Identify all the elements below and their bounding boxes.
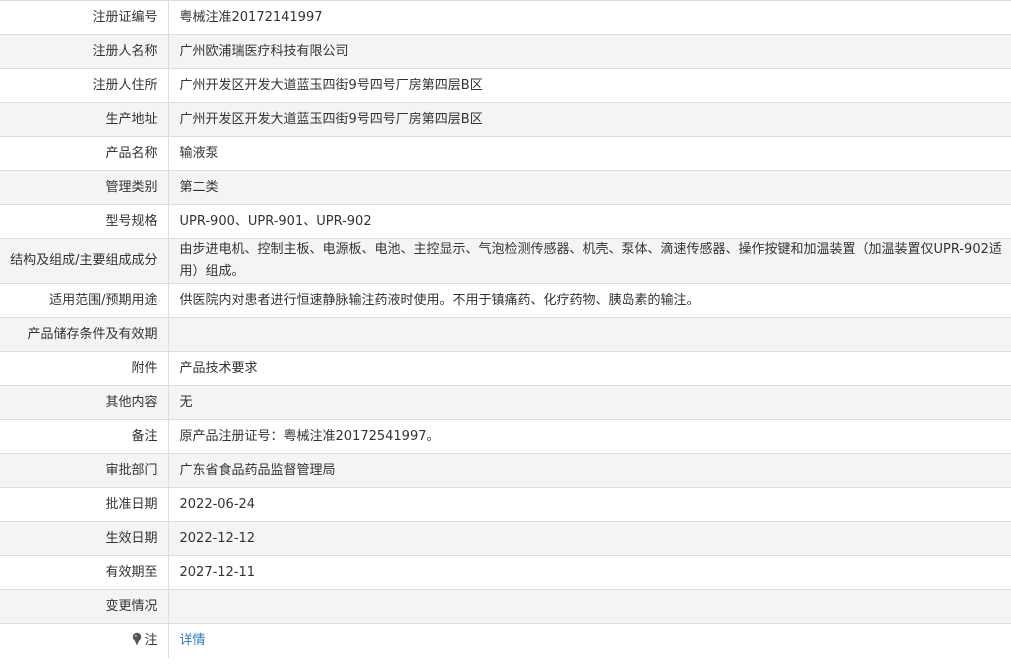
row-remarks: 备注 原产品注册证号：粤械注准20172541997。 — [0, 419, 1011, 454]
row-label: 审批部门 — [0, 453, 169, 488]
row-structure-composition: 结构及组成/主要组成成分 由步进电机、控制主板、电源板、电池、主控显示、气泡检测… — [0, 238, 1011, 284]
note-label-cell: 注 — [0, 623, 169, 658]
note-label: 注 — [144, 632, 158, 648]
row-registrant-name: 注册人名称 广州欧浦瑞医疗科技有限公司 — [0, 34, 1011, 69]
row-value — [168, 317, 1011, 352]
row-value: 粤械注准20172141997 — [168, 0, 1011, 35]
row-label: 产品名称 — [0, 136, 169, 171]
row-label: 生效日期 — [0, 521, 169, 556]
row-registration-number: 注册证编号 粤械注准20172141997 — [0, 0, 1011, 35]
row-label: 注册证编号 — [0, 0, 169, 35]
row-label: 注册人名称 — [0, 34, 169, 69]
row-value: 2022-12-12 — [168, 521, 1011, 556]
row-label: 有效期至 — [0, 555, 169, 590]
row-label: 生产地址 — [0, 102, 169, 137]
row-value — [168, 589, 1011, 624]
row-label: 结构及组成/主要组成成分 — [0, 238, 169, 284]
row-approval-department: 审批部门 广东省食品药品监督管理局 — [0, 453, 1011, 488]
row-valid-until: 有效期至 2027-12-11 — [0, 555, 1011, 590]
row-label: 产品储存条件及有效期 — [0, 317, 169, 352]
row-management-class: 管理类别 第二类 — [0, 170, 1011, 205]
row-other-content: 其他内容 无 — [0, 385, 1011, 420]
row-value: 输液泵 — [168, 136, 1011, 171]
row-effective-date: 生效日期 2022-12-12 — [0, 521, 1011, 556]
row-value: 广州开发区开发大道蓝玉四街9号四号厂房第四层B区 — [168, 102, 1011, 137]
row-registrant-address: 注册人住所 广州开发区开发大道蓝玉四街9号四号厂房第四层B区 — [0, 68, 1011, 103]
row-label: 批准日期 — [0, 487, 169, 522]
note-value-cell: 详情 — [168, 624, 1011, 658]
details-link[interactable]: 详情 — [180, 633, 206, 648]
row-attachment: 附件 产品技术要求 — [0, 351, 1011, 386]
row-label: 其他内容 — [0, 385, 169, 420]
row-label: 附件 — [0, 351, 169, 386]
row-approval-date: 批准日期 2022-06-24 — [0, 487, 1011, 522]
row-model-spec: 型号规格 UPR-900、UPR-901、UPR-902 — [0, 204, 1011, 239]
row-intended-use: 适用范围/预期用途 供医院内对患者进行恒速静脉输注药液时使用。不用于镇痛药、化疗… — [0, 283, 1011, 318]
row-storage-validity: 产品储存条件及有效期 — [0, 317, 1011, 352]
row-production-address: 生产地址 广州开发区开发大道蓝玉四街9号四号厂房第四层B区 — [0, 102, 1011, 137]
row-value: 广州开发区开发大道蓝玉四街9号四号厂房第四层B区 — [168, 68, 1011, 103]
row-product-name: 产品名称 输液泵 — [0, 136, 1011, 171]
row-label: 备注 — [0, 419, 169, 454]
row-label: 变更情况 — [0, 589, 169, 624]
row-value: 无 — [168, 385, 1011, 420]
row-value: UPR-900、UPR-901、UPR-902 — [168, 204, 1011, 239]
row-note: 注 详情 — [0, 623, 1011, 658]
row-value: 2022-06-24 — [168, 487, 1011, 522]
row-label: 适用范围/预期用途 — [0, 283, 169, 318]
row-change-status: 变更情况 — [0, 589, 1011, 624]
row-value: 由步进电机、控制主板、电源板、电池、主控显示、气泡检测传感器、机壳、泵体、滴速传… — [168, 238, 1011, 284]
row-label: 注册人住所 — [0, 68, 169, 103]
pin-icon — [131, 632, 143, 646]
row-value: 产品技术要求 — [168, 351, 1011, 386]
row-label: 型号规格 — [0, 204, 169, 239]
row-value: 第二类 — [168, 170, 1011, 205]
row-value: 供医院内对患者进行恒速静脉输注药液时使用。不用于镇痛药、化疗药物、胰岛素的输注。 — [168, 283, 1011, 318]
row-value: 原产品注册证号：粤械注准20172541997。 — [168, 419, 1011, 454]
row-value: 广州欧浦瑞医疗科技有限公司 — [168, 34, 1011, 69]
registration-table: 注册证编号 粤械注准20172141997 注册人名称 广州欧浦瑞医疗科技有限公… — [0, 0, 1011, 658]
row-value: 广东省食品药品监督管理局 — [168, 453, 1011, 488]
row-value: 2027-12-11 — [168, 555, 1011, 590]
row-label: 管理类别 — [0, 170, 169, 205]
